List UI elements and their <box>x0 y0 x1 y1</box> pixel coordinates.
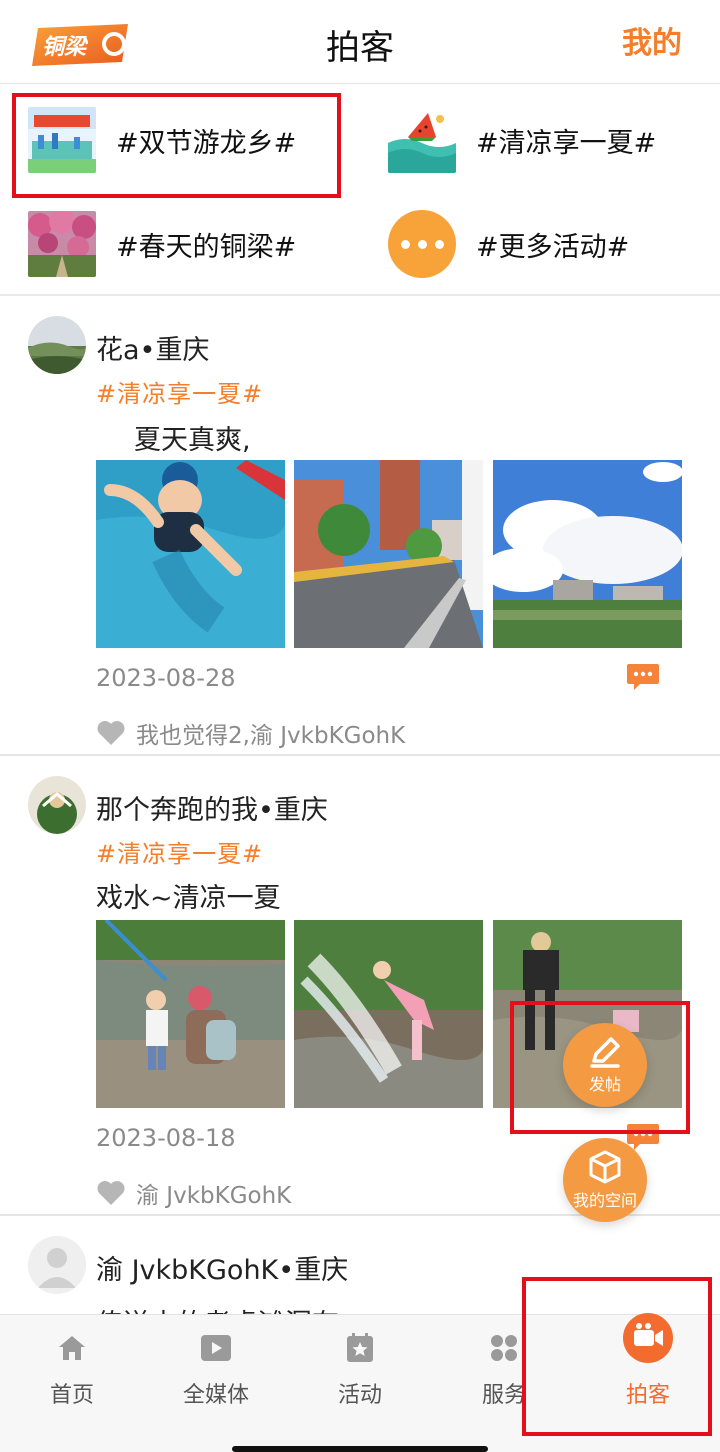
post-author[interactable]: 花a•重庆 <box>96 328 209 367</box>
tab-label: 活动 <box>337 1383 382 1408</box>
cube-icon <box>589 1150 621 1184</box>
page-title: 拍客 <box>326 28 394 68</box>
avatar[interactable] <box>28 316 86 374</box>
post-text: 传送中的孝虎滩漏有 <box>96 1302 339 1314</box>
my-space-label: 我的空间 <box>572 1191 637 1210</box>
topic-item-spring-tongliang[interactable]: #春天的铜梁# <box>28 210 296 278</box>
topic-label: #更多活动# <box>476 231 630 263</box>
tab-home[interactable]: 首页 <box>0 1315 144 1425</box>
post-card[interactable]: 花a•重庆 #清凉享一夏# 夏天真爽, 2023-08-28 我也觉得2,渝 J… <box>0 296 720 756</box>
post-photo[interactable] <box>493 460 682 648</box>
my-profile-link[interactable]: 我的 <box>622 18 682 62</box>
highlight-box-topic <box>12 93 341 198</box>
likes-text: 我也觉得2,渝 JvkbKGohK <box>136 723 406 749</box>
header: 铜梁 拍客 我的 <box>0 0 720 84</box>
post-likes: 渝 JvkbKGohK <box>96 1176 291 1210</box>
post-date: 2023-08-28 <box>96 664 236 692</box>
grid-icon <box>491 1335 517 1361</box>
tab-activities[interactable]: 活动 <box>288 1315 432 1425</box>
avatar[interactable] <box>28 1236 86 1294</box>
post-text: 戏水~清凉一夏 <box>96 883 281 914</box>
post-topic-tag[interactable]: #清凉享一夏# <box>96 834 263 869</box>
topic-item-summer-cool[interactable]: #清凉享一夏# <box>388 106 656 174</box>
tab-all-media[interactable]: 全媒体 <box>144 1315 288 1425</box>
post-photo[interactable] <box>96 460 285 648</box>
post-author[interactable]: 渝 JvkbKGohK•重庆 <box>96 1248 348 1287</box>
topic-item-more-activities[interactable]: #更多活动# <box>388 210 629 278</box>
comment-icon[interactable] <box>626 662 660 692</box>
likes-text: 渝 JvkbKGohK <box>136 1183 292 1209</box>
topic-label: #清凉享一夏# <box>476 127 657 159</box>
post-author[interactable]: 那个奔跑的我•重庆 <box>96 788 328 827</box>
highlight-box-paike-tab <box>522 1277 712 1436</box>
home-indicator <box>232 1446 488 1452</box>
tab-label: 首页 <box>49 1383 94 1408</box>
avatar[interactable] <box>28 776 86 834</box>
play-icon <box>201 1335 231 1361</box>
star-calendar-icon <box>347 1333 373 1362</box>
post-photo[interactable] <box>294 460 483 648</box>
home-icon <box>59 1336 85 1360</box>
post-photo[interactable] <box>96 920 285 1108</box>
post-date: 2023-08-18 <box>96 1124 236 1152</box>
topic-thumbnail <box>28 211 96 277</box>
my-space-button[interactable]: 我的空间 <box>563 1138 647 1222</box>
topic-thumbnail <box>388 107 456 173</box>
heart-icon[interactable] <box>96 720 126 746</box>
tab-label: 全媒体 <box>182 1383 249 1408</box>
post-topic-tag[interactable]: #清凉享一夏# <box>96 374 263 409</box>
post-photo[interactable] <box>294 920 483 1108</box>
more-icon <box>388 210 456 278</box>
topic-label: #春天的铜梁# <box>116 231 297 263</box>
highlight-box-post-button <box>510 1001 690 1134</box>
heart-icon[interactable] <box>96 1180 126 1206</box>
post-text: 夏天真爽, <box>134 425 251 456</box>
post-likes: 我也觉得2,渝 JvkbKGohK <box>96 716 405 750</box>
